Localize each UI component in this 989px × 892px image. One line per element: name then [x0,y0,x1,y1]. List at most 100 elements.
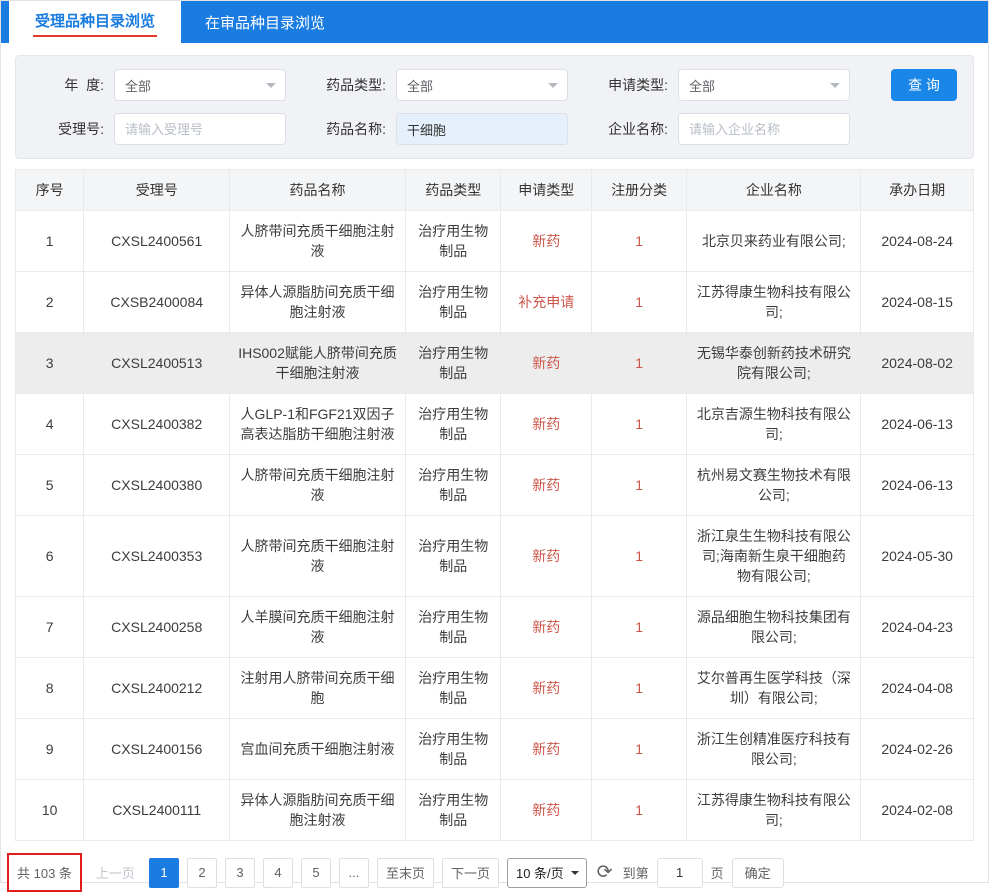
page-button-3[interactable]: 3 [225,858,255,888]
table-row[interactable]: 4CXSL2400382人GLP-1和FGF21双因子高表达脂肪干细胞注射液治疗… [16,394,974,455]
drug-name-label: 药品名称: [314,119,386,139]
cell-index: 8 [16,658,84,719]
year-select[interactable]: 全部 [114,69,286,101]
column-header-drug-name: 药品名称 [230,170,406,211]
cell-index: 10 [16,780,84,841]
column-header-registration-class: 注册分类 [591,170,686,211]
column-header-index: 序号 [16,170,84,211]
ellipsis-button[interactable]: ... [339,858,369,888]
cell-drug-name: 异体人源脂肪间充质干细胞注射液 [230,780,406,841]
cell-drug-name: 人脐带间充质干细胞注射液 [230,455,406,516]
cell-registration-class: 1 [591,455,686,516]
cell-application-type: 新药 [501,211,591,272]
table-row[interactable]: 2CXSB2400084异体人源脂肪间充质干细胞注射液治疗用生物制品补充申请1江… [16,272,974,333]
cell-application-type: 新药 [501,719,591,780]
application-type-label: 申请类型: [596,75,668,95]
refresh-icon[interactable]: ⟳ [597,863,613,882]
cell-index: 4 [16,394,84,455]
table-row[interactable]: 5CXSL2400380人脐带间充质干细胞注射液治疗用生物制品新药1杭州易文赛生… [16,455,974,516]
cell-drug-type: 治疗用生物制品 [406,658,501,719]
cell-application-type: 新药 [501,333,591,394]
total-count: 共 103 条 [17,866,72,881]
tab-under-review-catalog[interactable]: 在审品种目录浏览 [181,1,349,43]
cell-acceptance-no: CXSL2400156 [84,719,230,780]
cell-acceptance-no: CXSL2400258 [84,597,230,658]
company-name-label: 企业名称: [596,119,668,139]
application-type-select[interactable]: 全部 [678,69,850,101]
cell-drug-type: 治疗用生物制品 [406,719,501,780]
prev-page-button[interactable]: 上一页 [90,863,141,882]
page-button-2[interactable]: 2 [187,858,217,888]
cell-index: 6 [16,516,84,597]
cell-company: 江苏得康生物科技有限公司; [687,780,861,841]
acceptance-no-label: 受理号: [32,119,104,139]
cell-drug-name: 人GLP-1和FGF21双因子高表达脂肪干细胞注射液 [230,394,406,455]
page-button-1[interactable]: 1 [149,858,179,888]
page-button-5[interactable]: 5 [301,858,331,888]
table-body: 1CXSL2400561人脐带间充质干细胞注射液治疗用生物制品新药1北京贝来药业… [16,211,974,841]
table-row[interactable]: 1CXSL2400561人脐带间充质干细胞注射液治疗用生物制品新药1北京贝来药业… [16,211,974,272]
filter-row-2: 受理号: 药品名称: 企业名称: [32,113,957,145]
cell-application-type: 新药 [501,455,591,516]
cell-registration-class: 1 [591,719,686,780]
year-select-value: 全部 [125,76,151,95]
query-button[interactable]: 查 询 [891,69,957,101]
table-row[interactable]: 7CXSL2400258人羊膜间充质干细胞注射液治疗用生物制品新药1源品细胞生物… [16,597,974,658]
cell-index: 3 [16,333,84,394]
company-name-input[interactable] [678,113,850,145]
cell-company: 浙江生创精准医疗科技有限公司; [687,719,861,780]
cell-application-type: 新药 [501,516,591,597]
cell-acceptance-no: CXSL2400382 [84,394,230,455]
cell-index: 7 [16,597,84,658]
goto-unit: 页 [711,863,724,882]
page-size-select[interactable]: 10 条/页 [507,858,587,888]
table-row[interactable]: 6CXSL2400353人脐带间充质干细胞注射液治疗用生物制品新药1浙江泉生生物… [16,516,974,597]
cell-date: 2024-08-15 [861,272,974,333]
goto-label: 到第 [623,863,649,882]
tab-label: 在审品种目录浏览 [205,12,325,33]
cell-acceptance-no: CXSL2400380 [84,455,230,516]
drug-type-select-value: 全部 [407,76,433,95]
cell-company: 浙江泉生生物科技有限公司;海南新生泉干细胞药物有限公司; [687,516,861,597]
page-size-value: 10 条/页 [516,863,564,882]
filter-application-type: 申请类型: 全部 [596,69,850,101]
cell-drug-name: 人脐带间充质干细胞注射液 [230,211,406,272]
results-table: 序号受理号药品名称药品类型申请类型注册分类企业名称承办日期 1CXSL24005… [15,169,974,841]
table-row[interactable]: 10CXSL2400111异体人源脂肪间充质干细胞注射液治疗用生物制品新药1江苏… [16,780,974,841]
cell-date: 2024-06-13 [861,394,974,455]
cell-drug-name: 人脐带间充质干细胞注射液 [230,516,406,597]
table-row[interactable]: 3CXSL2400513IHS002赋能人脐带间充质干细胞注射液治疗用生物制品新… [16,333,974,394]
page-button-4[interactable]: 4 [263,858,293,888]
cell-date: 2024-02-26 [861,719,974,780]
cell-date: 2024-04-23 [861,597,974,658]
cell-drug-type: 治疗用生物制品 [406,597,501,658]
confirm-button[interactable]: 确定 [732,858,784,888]
cell-drug-type: 治疗用生物制品 [406,211,501,272]
cell-drug-name: 异体人源脂肪间充质干细胞注射液 [230,272,406,333]
tab-bar: 受理品种目录浏览 在审品种目录浏览 [1,1,988,43]
drug-type-select[interactable]: 全部 [396,69,568,101]
filter-drug-type: 药品类型: 全部 [314,69,568,101]
acceptance-no-input[interactable] [114,113,286,145]
next-page-button[interactable]: 下一页 [442,858,499,888]
cell-date: 2024-04-08 [861,658,974,719]
cell-acceptance-no: CXSB2400084 [84,272,230,333]
tab-accepted-catalog[interactable]: 受理品种目录浏览 [9,1,181,43]
year-label: 年 度: [32,75,104,95]
cell-date: 2024-08-02 [861,333,974,394]
cell-acceptance-no: CXSL2400212 [84,658,230,719]
cell-index: 9 [16,719,84,780]
table-row[interactable]: 8CXSL2400212注射用人脐带间充质干细胞治疗用生物制品新药1艾尔普再生医… [16,658,974,719]
cell-index: 1 [16,211,84,272]
last-page-button[interactable]: 至末页 [377,858,434,888]
goto-page-input[interactable] [657,858,703,888]
column-header-acceptance-no: 受理号 [84,170,230,211]
chevron-down-icon [266,83,276,93]
pagination-bar: 共 103 条 上一页 12345 ... 至末页 下一页 10 条/页 ⟳ 到… [7,853,974,892]
chevron-down-icon [571,871,579,879]
table-row[interactable]: 9CXSL2400156宫血间充质干细胞注射液治疗用生物制品新药1浙江生创精准医… [16,719,974,780]
cell-application-type: 新药 [501,597,591,658]
page-number-buttons: 12345 [149,858,331,888]
drug-name-input[interactable] [396,113,568,145]
cell-registration-class: 1 [591,780,686,841]
